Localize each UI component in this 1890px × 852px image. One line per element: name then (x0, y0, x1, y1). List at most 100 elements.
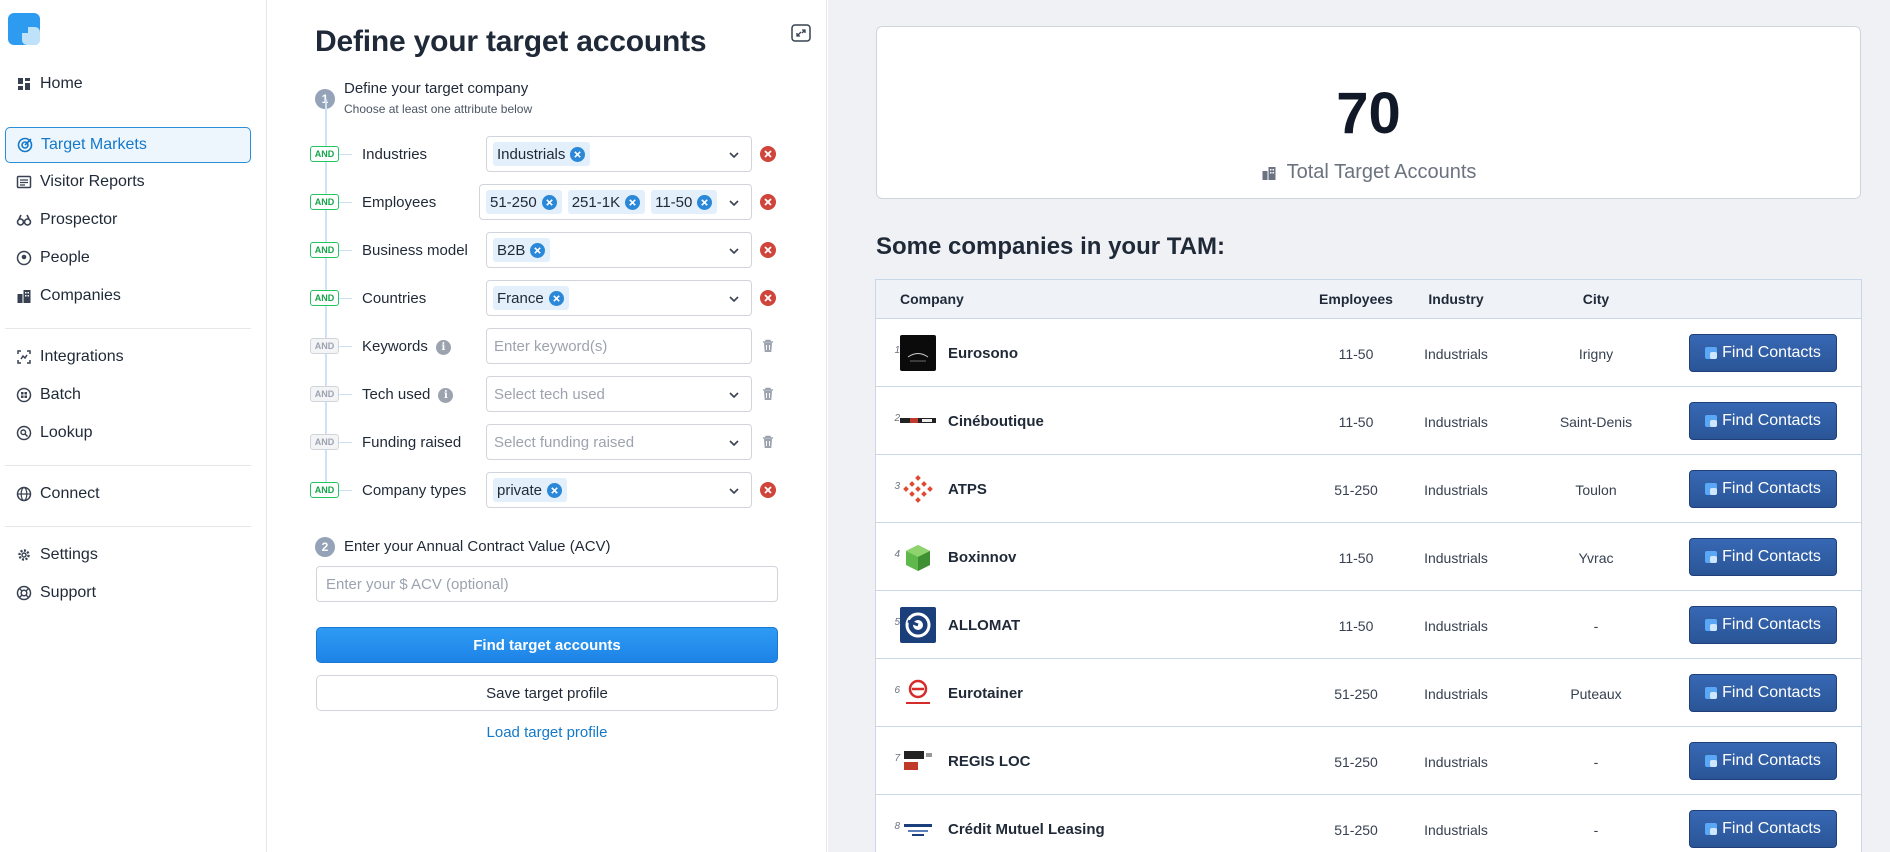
gear-icon (16, 547, 32, 563)
trash-icon[interactable] (760, 434, 776, 450)
column-header-industry[interactable]: Industry (1406, 291, 1506, 307)
collapse-panel-icon[interactable] (791, 24, 811, 42)
company-name[interactable]: Crédit Mutuel Leasing (948, 821, 1105, 838)
find-target-accounts-button[interactable]: Find target accounts (316, 627, 778, 663)
column-header-employees[interactable]: Employees (1306, 291, 1406, 307)
and-toggle[interactable]: AND (310, 194, 339, 210)
find-contacts-button[interactable]: Find Contacts (1689, 538, 1837, 576)
remove-filter-icon[interactable] (760, 242, 776, 258)
step-2-badge: 2 (315, 537, 335, 557)
find-contacts-button[interactable]: Find Contacts (1689, 606, 1837, 644)
filter-label: Funding raised (362, 434, 462, 451)
funding-raised-select[interactable]: Select funding raised (486, 424, 752, 460)
trash-icon[interactable] (760, 338, 776, 354)
table-row[interactable]: 4 Boxinnov 11-50 Industrials Yvrac Find … (876, 523, 1861, 591)
sidebar-item-companies[interactable]: Companies (5, 278, 251, 314)
company-name[interactable]: Eurosono (948, 345, 1018, 362)
table-header: Company Employees Industry City (876, 280, 1861, 319)
find-contacts-button[interactable]: Find Contacts (1689, 402, 1837, 440)
company-name[interactable]: Cinéboutique (948, 413, 1044, 430)
find-contacts-button[interactable]: Find Contacts (1689, 334, 1837, 372)
remove-filter-icon[interactable] (760, 290, 776, 306)
find-contacts-icon (1705, 347, 1718, 359)
and-toggle[interactable]: AND (310, 242, 339, 258)
countries-select[interactable]: France (486, 280, 752, 316)
find-contacts-icon (1705, 551, 1718, 563)
info-icon[interactable]: i (438, 388, 454, 403)
chip: private (493, 478, 568, 502)
remove-filter-icon[interactable] (760, 146, 776, 162)
info-icon[interactable]: i (435, 340, 451, 355)
and-toggle[interactable]: AND (310, 482, 339, 498)
sidebar-item-connect[interactable]: Connect (5, 476, 251, 512)
chip-remove-icon[interactable] (548, 290, 564, 306)
chevron-down-icon (729, 248, 739, 255)
table-row[interactable]: 5 ALLOMAT 11-50 Industrials - Find Conta… (876, 591, 1861, 659)
trash-icon[interactable] (760, 386, 776, 402)
find-contacts-label: Find Contacts (1722, 480, 1821, 497)
sidebar-item-settings[interactable]: Settings (5, 537, 251, 573)
employees-cell: 11-50 (1338, 618, 1374, 634)
column-header-city[interactable]: City (1526, 291, 1666, 307)
company-name[interactable]: Boxinnov (948, 549, 1016, 566)
sidebar-item-label: Visitor Reports (40, 173, 145, 190)
sidebar-item-people[interactable]: People (5, 240, 251, 276)
table-row[interactable]: 8 Crédit Mutuel Leasing 51-250 Industria… (876, 795, 1861, 852)
sidebar-item-home[interactable]: Home (5, 66, 251, 102)
table-row[interactable]: 3 ATPS 51-250 Industrials Toulon Find Co… (876, 455, 1861, 523)
chip-remove-icon[interactable] (570, 146, 586, 162)
tech-used-select[interactable]: Select tech used (486, 376, 752, 412)
sidebar-item-integrations[interactable]: Integrations (5, 339, 251, 375)
table-row[interactable]: 1 Eurosono 11-50 Industrials Irigny Find… (876, 319, 1861, 387)
sidebar-item-support[interactable]: Support (5, 575, 251, 611)
company-name[interactable]: REGIS LOC (948, 753, 1031, 770)
row-connector (339, 442, 352, 443)
table-row[interactable]: 7 REGIS LOC 51-250 Industrials - Find Co… (876, 727, 1861, 795)
and-toggle[interactable]: AND (310, 290, 339, 306)
column-header-company[interactable]: Company (900, 291, 964, 307)
table-row[interactable]: 2 Cinéboutique 11-50 Industrials Saint-D… (876, 387, 1861, 455)
employees-cell: 11-50 (1338, 550, 1374, 566)
employees-cell: 51-250 (1334, 482, 1378, 498)
find-contacts-button[interactable]: Find Contacts (1689, 810, 1837, 848)
sidebar-item-lookup[interactable]: Lookup (5, 415, 251, 451)
table-row[interactable]: 6 Eurotainer 51-250 Industrials Puteaux … (876, 659, 1861, 727)
company-name[interactable]: Eurotainer (948, 685, 1023, 702)
save-target-profile-button[interactable]: Save target profile (316, 675, 778, 711)
and-toggle[interactable]: AND (310, 338, 339, 354)
chip-remove-icon[interactable] (530, 242, 546, 258)
row-index: 8 (894, 821, 900, 832)
find-contacts-button[interactable]: Find Contacts (1689, 470, 1837, 508)
keywords-input[interactable]: Enter keyword(s) (486, 328, 752, 364)
chip-remove-icon[interactable] (697, 194, 713, 210)
and-toggle[interactable]: AND (310, 146, 339, 162)
company-name[interactable]: ALLOMAT (948, 617, 1020, 634)
chip-remove-icon[interactable] (541, 194, 557, 210)
sidebar-item-visitor-reports[interactable]: Visitor Reports (5, 164, 251, 200)
sidebar-item-label: Connect (40, 485, 100, 502)
industries-select[interactable]: Industrials (486, 136, 752, 172)
sidebar-item-target-markets[interactable]: Target Markets (5, 127, 251, 163)
filter-label: Company types (362, 482, 467, 499)
company-types-select[interactable]: private (486, 472, 752, 508)
acv-input[interactable]: Enter your $ ACV (optional) (316, 566, 778, 602)
city-cell: Yvrac (1578, 550, 1614, 566)
business-model-select[interactable]: B2B (486, 232, 752, 268)
and-toggle[interactable]: AND (310, 386, 339, 402)
find-contacts-button[interactable]: Find Contacts (1689, 674, 1837, 712)
chip-remove-icon[interactable] (625, 194, 641, 210)
sidebar-item-batch[interactable]: Batch (5, 377, 251, 413)
sidebar-item-prospector[interactable]: Prospector (5, 202, 251, 238)
chip-remove-icon[interactable] (547, 482, 563, 498)
app-logo[interactable] (8, 13, 40, 45)
load-target-profile-link[interactable]: Load target profile (316, 724, 778, 741)
remove-filter-icon[interactable] (760, 194, 776, 210)
company-name[interactable]: ATPS (948, 481, 987, 498)
remove-filter-icon[interactable] (760, 482, 776, 498)
chevron-down-icon (729, 488, 739, 495)
chevron-down-icon (729, 296, 739, 303)
employees-select[interactable]: 51-250 251-1K 11-50 (479, 184, 752, 220)
and-toggle[interactable]: AND (310, 434, 339, 450)
find-contacts-button[interactable]: Find Contacts (1689, 742, 1837, 780)
chip: 251-1K (567, 190, 646, 214)
